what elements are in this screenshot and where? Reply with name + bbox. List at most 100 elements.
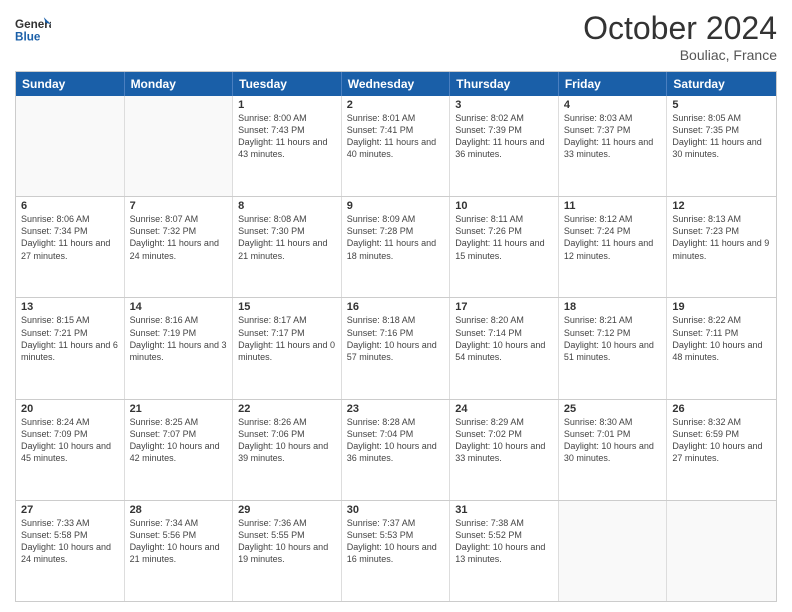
day-number: 4 — [564, 99, 662, 111]
cell-info: Sunrise: 8:13 AMSunset: 7:23 PMDaylight:… — [672, 213, 771, 262]
calendar-cell: 12Sunrise: 8:13 AMSunset: 7:23 PMDayligh… — [667, 197, 776, 297]
calendar-cell — [16, 96, 125, 196]
day-number: 8 — [238, 200, 336, 212]
cell-info: Sunrise: 7:37 AMSunset: 5:53 PMDaylight:… — [347, 517, 445, 566]
cell-info: Sunrise: 7:36 AMSunset: 5:55 PMDaylight:… — [238, 517, 336, 566]
calendar-cell: 25Sunrise: 8:30 AMSunset: 7:01 PMDayligh… — [559, 400, 668, 500]
calendar-week-2: 13Sunrise: 8:15 AMSunset: 7:21 PMDayligh… — [16, 297, 776, 398]
calendar-cell — [125, 96, 234, 196]
cell-info: Sunrise: 8:03 AMSunset: 7:37 PMDaylight:… — [564, 112, 662, 161]
cell-info: Sunrise: 8:06 AMSunset: 7:34 PMDaylight:… — [21, 213, 119, 262]
calendar-cell: 27Sunrise: 7:33 AMSunset: 5:58 PMDayligh… — [16, 501, 125, 601]
cell-info: Sunrise: 8:05 AMSunset: 7:35 PMDaylight:… — [672, 112, 771, 161]
cell-info: Sunrise: 8:07 AMSunset: 7:32 PMDaylight:… — [130, 213, 228, 262]
cell-info: Sunrise: 8:24 AMSunset: 7:09 PMDaylight:… — [21, 416, 119, 465]
cell-info: Sunrise: 8:21 AMSunset: 7:12 PMDaylight:… — [564, 314, 662, 363]
cell-info: Sunrise: 7:33 AMSunset: 5:58 PMDaylight:… — [21, 517, 119, 566]
calendar-cell: 9Sunrise: 8:09 AMSunset: 7:28 PMDaylight… — [342, 197, 451, 297]
day-number: 22 — [238, 403, 336, 415]
calendar-week-4: 27Sunrise: 7:33 AMSunset: 5:58 PMDayligh… — [16, 500, 776, 601]
calendar-cell: 20Sunrise: 8:24 AMSunset: 7:09 PMDayligh… — [16, 400, 125, 500]
cell-info: Sunrise: 8:16 AMSunset: 7:19 PMDaylight:… — [130, 314, 228, 363]
title-block: October 2024 Bouliac, France — [583, 10, 777, 63]
cell-info: Sunrise: 8:25 AMSunset: 7:07 PMDaylight:… — [130, 416, 228, 465]
cell-info: Sunrise: 8:12 AMSunset: 7:24 PMDaylight:… — [564, 213, 662, 262]
logo: General Blue — [15, 10, 55, 46]
calendar-cell: 21Sunrise: 8:25 AMSunset: 7:07 PMDayligh… — [125, 400, 234, 500]
calendar-cell: 17Sunrise: 8:20 AMSunset: 7:14 PMDayligh… — [450, 298, 559, 398]
day-number: 6 — [21, 200, 119, 212]
logo-icon: General Blue — [15, 10, 51, 46]
calendar-cell — [559, 501, 668, 601]
calendar-cell: 2Sunrise: 8:01 AMSunset: 7:41 PMDaylight… — [342, 96, 451, 196]
day-number: 14 — [130, 301, 228, 313]
calendar-cell: 23Sunrise: 8:28 AMSunset: 7:04 PMDayligh… — [342, 400, 451, 500]
cell-info: Sunrise: 8:01 AMSunset: 7:41 PMDaylight:… — [347, 112, 445, 161]
cell-info: Sunrise: 8:11 AMSunset: 7:26 PMDaylight:… — [455, 213, 553, 262]
cell-info: Sunrise: 7:38 AMSunset: 5:52 PMDaylight:… — [455, 517, 553, 566]
cell-info: Sunrise: 8:09 AMSunset: 7:28 PMDaylight:… — [347, 213, 445, 262]
day-number: 26 — [672, 403, 771, 415]
header: General Blue October 2024 Bouliac, Franc… — [15, 10, 777, 63]
location: Bouliac, France — [583, 47, 777, 63]
calendar-cell: 7Sunrise: 8:07 AMSunset: 7:32 PMDaylight… — [125, 197, 234, 297]
cell-info: Sunrise: 8:18 AMSunset: 7:16 PMDaylight:… — [347, 314, 445, 363]
day-number: 29 — [238, 504, 336, 516]
calendar-week-3: 20Sunrise: 8:24 AMSunset: 7:09 PMDayligh… — [16, 399, 776, 500]
day-number: 28 — [130, 504, 228, 516]
day-header-friday: Friday — [559, 72, 668, 96]
cell-info: Sunrise: 8:20 AMSunset: 7:14 PMDaylight:… — [455, 314, 553, 363]
day-number: 1 — [238, 99, 336, 111]
day-number: 2 — [347, 99, 445, 111]
day-number: 9 — [347, 200, 445, 212]
day-header-saturday: Saturday — [667, 72, 776, 96]
day-number: 31 — [455, 504, 553, 516]
calendar-cell: 24Sunrise: 8:29 AMSunset: 7:02 PMDayligh… — [450, 400, 559, 500]
day-header-monday: Monday — [125, 72, 234, 96]
day-number: 30 — [347, 504, 445, 516]
day-number: 7 — [130, 200, 228, 212]
cell-info: Sunrise: 8:26 AMSunset: 7:06 PMDaylight:… — [238, 416, 336, 465]
cell-info: Sunrise: 8:02 AMSunset: 7:39 PMDaylight:… — [455, 112, 553, 161]
day-number: 3 — [455, 99, 553, 111]
calendar-cell: 30Sunrise: 7:37 AMSunset: 5:53 PMDayligh… — [342, 501, 451, 601]
calendar-cell: 26Sunrise: 8:32 AMSunset: 6:59 PMDayligh… — [667, 400, 776, 500]
day-header-tuesday: Tuesday — [233, 72, 342, 96]
cell-info: Sunrise: 8:29 AMSunset: 7:02 PMDaylight:… — [455, 416, 553, 465]
calendar-cell: 28Sunrise: 7:34 AMSunset: 5:56 PMDayligh… — [125, 501, 234, 601]
cell-info: Sunrise: 8:30 AMSunset: 7:01 PMDaylight:… — [564, 416, 662, 465]
calendar-cell: 6Sunrise: 8:06 AMSunset: 7:34 PMDaylight… — [16, 197, 125, 297]
calendar-cell: 1Sunrise: 8:00 AMSunset: 7:43 PMDaylight… — [233, 96, 342, 196]
day-number: 13 — [21, 301, 119, 313]
calendar-cell: 16Sunrise: 8:18 AMSunset: 7:16 PMDayligh… — [342, 298, 451, 398]
day-number: 24 — [455, 403, 553, 415]
calendar-cell: 22Sunrise: 8:26 AMSunset: 7:06 PMDayligh… — [233, 400, 342, 500]
day-number: 25 — [564, 403, 662, 415]
calendar-cell: 4Sunrise: 8:03 AMSunset: 7:37 PMDaylight… — [559, 96, 668, 196]
calendar-cell: 19Sunrise: 8:22 AMSunset: 7:11 PMDayligh… — [667, 298, 776, 398]
day-header-wednesday: Wednesday — [342, 72, 451, 96]
calendar-cell: 14Sunrise: 8:16 AMSunset: 7:19 PMDayligh… — [125, 298, 234, 398]
day-number: 10 — [455, 200, 553, 212]
day-number: 19 — [672, 301, 771, 313]
cell-info: Sunrise: 8:08 AMSunset: 7:30 PMDaylight:… — [238, 213, 336, 262]
svg-text:Blue: Blue — [15, 31, 41, 44]
calendar-cell: 18Sunrise: 8:21 AMSunset: 7:12 PMDayligh… — [559, 298, 668, 398]
calendar-cell: 5Sunrise: 8:05 AMSunset: 7:35 PMDaylight… — [667, 96, 776, 196]
calendar-cell: 11Sunrise: 8:12 AMSunset: 7:24 PMDayligh… — [559, 197, 668, 297]
calendar-week-1: 6Sunrise: 8:06 AMSunset: 7:34 PMDaylight… — [16, 196, 776, 297]
day-number: 12 — [672, 200, 771, 212]
day-number: 21 — [130, 403, 228, 415]
calendar-body: 1Sunrise: 8:00 AMSunset: 7:43 PMDaylight… — [16, 96, 776, 601]
day-number: 16 — [347, 301, 445, 313]
calendar: SundayMondayTuesdayWednesdayThursdayFrid… — [15, 71, 777, 602]
day-number: 5 — [672, 99, 771, 111]
calendar-cell: 13Sunrise: 8:15 AMSunset: 7:21 PMDayligh… — [16, 298, 125, 398]
page: General Blue October 2024 Bouliac, Franc… — [0, 0, 792, 612]
day-number: 18 — [564, 301, 662, 313]
calendar-cell: 31Sunrise: 7:38 AMSunset: 5:52 PMDayligh… — [450, 501, 559, 601]
calendar-cell: 3Sunrise: 8:02 AMSunset: 7:39 PMDaylight… — [450, 96, 559, 196]
cell-info: Sunrise: 8:00 AMSunset: 7:43 PMDaylight:… — [238, 112, 336, 161]
cell-info: Sunrise: 7:34 AMSunset: 5:56 PMDaylight:… — [130, 517, 228, 566]
calendar-header-row: SundayMondayTuesdayWednesdayThursdayFrid… — [16, 72, 776, 96]
